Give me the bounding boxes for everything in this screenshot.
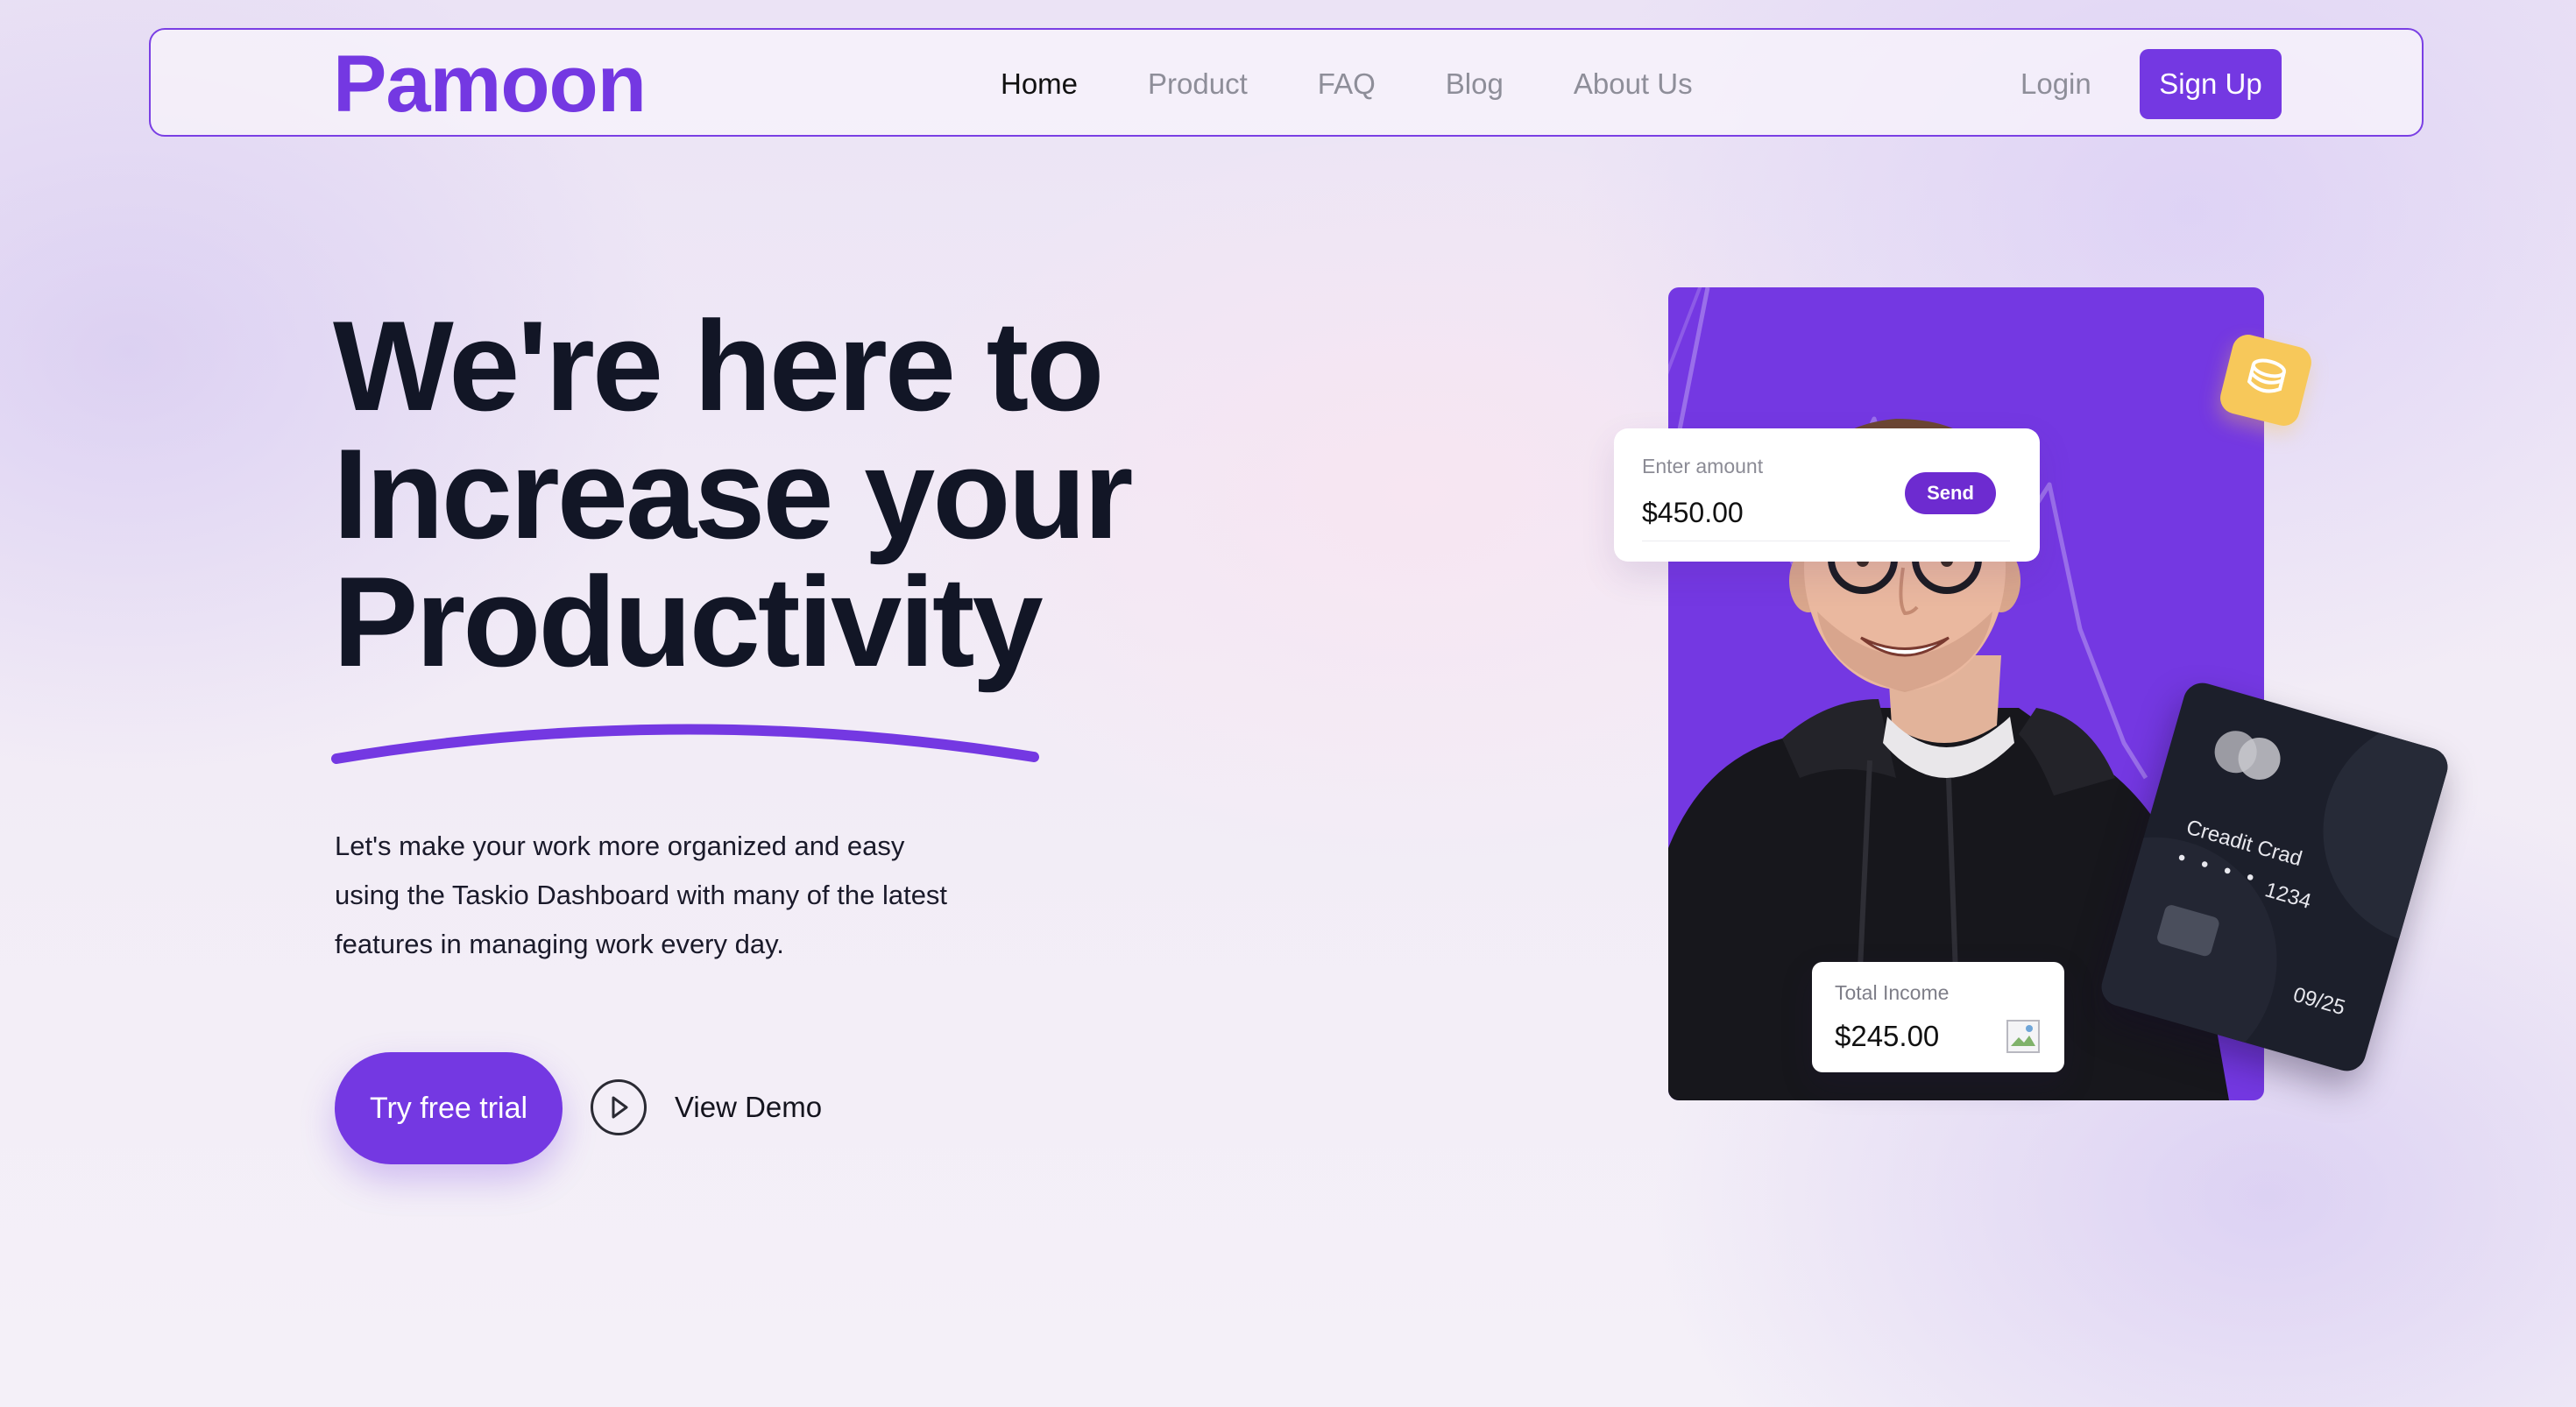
hero-title: We're here to Increase your Productivity [333, 294, 1133, 693]
hero-description-line: features in managing work every day. [335, 929, 784, 959]
try-free-trial-button[interactable]: Try free trial [335, 1052, 563, 1164]
play-circle-icon[interactable] [591, 1079, 647, 1135]
nav-link-blog[interactable]: Blog [1446, 67, 1504, 101]
nav-links: Home Product FAQ Blog About Us [1001, 30, 1763, 138]
send-button[interactable]: Send [1905, 472, 1996, 514]
enter-amount-card: Enter amount $450.00 Send [1614, 428, 2040, 562]
nav-link-about-us[interactable]: About Us [1574, 67, 1693, 101]
income-value: $245.00 [1835, 1020, 1940, 1052]
login-link[interactable]: Login [2020, 30, 2091, 138]
title-underline [331, 724, 1039, 764]
broken-image-icon [2006, 1020, 2040, 1053]
view-demo-button[interactable]: View Demo [591, 1078, 822, 1137]
hero-title-line: Productivity [333, 550, 1044, 693]
coin-stack-icon [2247, 358, 2286, 393]
navbar: Pamoon Home Product FAQ Blog About Us Lo… [149, 28, 2424, 137]
hero-description-line: using the Taskio Dashboard with many of … [335, 880, 948, 910]
amount-input[interactable]: $450.00 [1642, 497, 1744, 529]
brand-logo[interactable]: Pamoon [333, 30, 647, 138]
view-demo-label[interactable]: View Demo [675, 1091, 822, 1124]
nav-link-home[interactable]: Home [1001, 67, 1078, 101]
mastercard-icon [2214, 731, 2281, 780]
amount-label: Enter amount [1642, 455, 1764, 477]
hero-description: Let's make your work more organized and … [335, 822, 1053, 969]
sign-up-button[interactable]: Sign Up [2140, 49, 2282, 119]
nav-link-product[interactable]: Product [1148, 67, 1248, 101]
hero-description-line: Let's make your work more organized and … [335, 831, 905, 861]
card-expiry: 09/25 [2290, 982, 2348, 1021]
card-decoration [2296, 690, 2452, 972]
card-number: 1234 [2261, 878, 2314, 914]
total-income-card: Total Income $245.00 [1812, 962, 2064, 1072]
income-label: Total Income [1835, 981, 1950, 1004]
hero-title-line: Increase your [333, 422, 1133, 565]
hero-title-line: We're here to [333, 294, 1104, 437]
nav-link-faq[interactable]: FAQ [1318, 67, 1376, 101]
